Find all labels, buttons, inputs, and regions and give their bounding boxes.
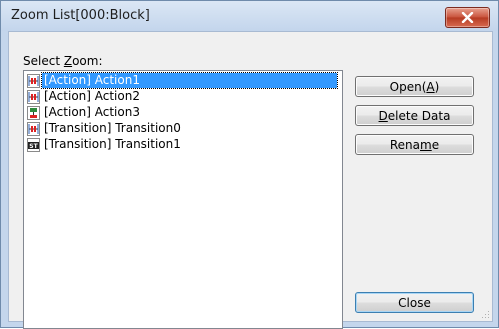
st-icon: ST xyxy=(27,138,40,152)
zoom-list-dialog: Zoom List[000:Block] Select Zoom: [Actio… xyxy=(0,0,499,329)
ladder-icon xyxy=(27,122,40,136)
title-bar[interactable]: Zoom List[000:Block] xyxy=(1,1,498,31)
delete-data-button[interactable]: Delete Data xyxy=(355,105,474,126)
ladder-icon xyxy=(27,74,40,88)
list-item[interactable]: [Action] Action2 xyxy=(26,89,338,105)
list-item[interactable]: [Action] Action1 xyxy=(26,72,338,89)
open-button[interactable]: Open(A) xyxy=(355,76,474,97)
list-item-label: [Action] Action3 xyxy=(44,105,140,119)
list-item-label: [Action] Action1 xyxy=(42,73,142,88)
ladder-icon xyxy=(27,90,40,104)
sfc-icon xyxy=(27,106,40,120)
select-zoom-label: Select Zoom: xyxy=(23,54,103,68)
window-title: Zoom List[000:Block] xyxy=(11,8,150,23)
close-button[interactable]: Close xyxy=(355,292,474,313)
list-item[interactable]: ST [Transition] Transition1 xyxy=(26,137,338,153)
list-item-label: [Transition] Transition0 xyxy=(44,121,181,135)
list-item[interactable]: [Action] Action3 xyxy=(26,105,338,121)
list-item-label: [Transition] Transition1 xyxy=(44,137,181,151)
rename-button[interactable]: Rename xyxy=(355,134,474,155)
dialog-body: Select Zoom: [Action] Action1 [Action] A… xyxy=(8,31,493,329)
zoom-listbox[interactable]: [Action] Action1 [Action] Action2 [Actio… xyxy=(23,70,343,329)
close-icon xyxy=(461,12,474,23)
window-close-button[interactable] xyxy=(445,7,490,28)
list-item[interactable]: [Transition] Transition0 xyxy=(26,121,338,137)
resize-grip-icon[interactable] xyxy=(480,309,490,319)
list-item-label: [Action] Action2 xyxy=(44,89,140,103)
svg-text:ST: ST xyxy=(29,143,38,150)
